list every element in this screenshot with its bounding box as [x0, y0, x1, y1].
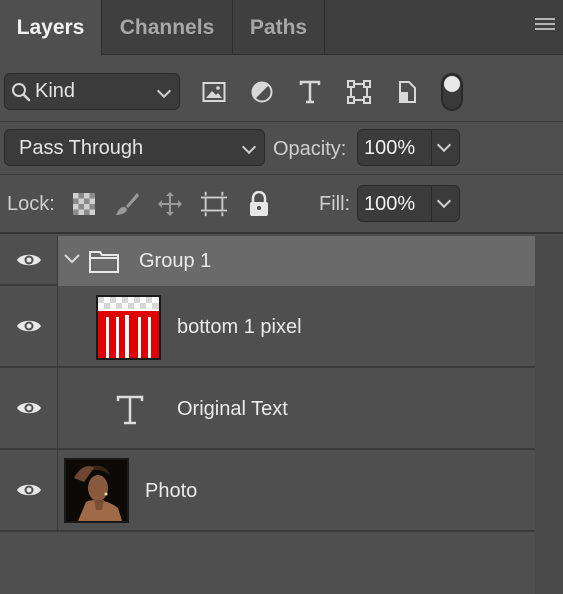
brush-icon[interactable]: [114, 191, 140, 217]
opacity-field[interactable]: 100%: [357, 129, 460, 166]
filter-kind-label: Kind: [35, 80, 76, 102]
layer-name[interactable]: bottom 1 pixel: [177, 316, 302, 339]
layer-row-content: [58, 236, 535, 286]
layer-thumbnail-pixel: [96, 295, 161, 360]
visibility-eye-icon[interactable]: [0, 236, 58, 284]
chevron-down-icon: [156, 83, 172, 99]
blend-mode-value: Pass Through: [19, 137, 144, 159]
tab-channels[interactable]: Channels: [102, 0, 233, 55]
lock-transparent-pixels-icon[interactable]: [71, 191, 97, 217]
visibility-eye-icon[interactable]: [0, 368, 58, 448]
scrollbar-track[interactable]: [535, 236, 563, 594]
layer-thumbnail-photo: [64, 458, 129, 523]
tab-layers[interactable]: Layers: [0, 0, 102, 56]
type-filter-icon[interactable]: [297, 79, 323, 105]
fill-value[interactable]: 100%: [364, 193, 415, 216]
text-layer-icon: [116, 395, 144, 425]
filter-toggle-switch[interactable]: [441, 73, 463, 111]
artboard-lock-icon[interactable]: [201, 191, 227, 217]
visibility-eye-icon[interactable]: [0, 450, 58, 530]
chevron-down-icon: [241, 139, 257, 155]
layers-panel: Layers Channels Paths Kind Pass Through …: [0, 0, 563, 594]
field-divider: [431, 186, 432, 221]
blend-row: Pass Through Opacity: 100%: [0, 122, 563, 175]
adjustment-filter-icon[interactable]: [249, 79, 275, 105]
lock-all-icon[interactable]: [246, 191, 272, 217]
lock-label: Lock:: [7, 193, 55, 215]
fill-field[interactable]: 100%: [357, 185, 460, 222]
chevron-down-icon[interactable]: [436, 137, 452, 153]
layer-row-bottom-1-pixel[interactable]: bottom 1 pixel: [0, 286, 535, 368]
field-divider: [431, 130, 432, 165]
layer-row-original-text[interactable]: Original Text: [0, 368, 535, 450]
opacity-value[interactable]: 100%: [364, 137, 415, 160]
layer-name[interactable]: Group 1: [139, 250, 211, 273]
chevron-down-icon[interactable]: [64, 253, 80, 265]
tab-paths[interactable]: Paths: [233, 0, 325, 55]
layer-row-photo[interactable]: Photo: [0, 450, 535, 532]
visibility-eye-icon[interactable]: [0, 286, 58, 366]
layer-name[interactable]: Photo: [145, 480, 197, 503]
filter-kind-select[interactable]: Kind: [4, 73, 180, 110]
search-icon: [12, 82, 31, 101]
move-icon[interactable]: [157, 191, 183, 217]
layer-row-group-1[interactable]: Group 1: [0, 236, 535, 286]
folder-icon: [89, 251, 119, 273]
opacity-label: Opacity:: [273, 138, 347, 160]
panel-tab-bar: Layers Channels Paths: [0, 0, 563, 56]
fill-label: Fill:: [319, 193, 351, 215]
layer-name[interactable]: Original Text: [177, 398, 288, 421]
smart-object-filter-icon[interactable]: [394, 79, 420, 105]
panel-menu-icon[interactable]: [535, 18, 555, 36]
image-filter-icon[interactable]: [201, 79, 227, 105]
chevron-down-icon[interactable]: [436, 193, 452, 209]
filter-row: Kind: [0, 56, 563, 122]
shape-filter-icon[interactable]: [346, 79, 372, 105]
layers-list: Group 1 bottom 1 pixel Original Text Pho…: [0, 236, 535, 532]
blend-mode-select[interactable]: Pass Through: [4, 129, 265, 166]
toggle-knob: [444, 76, 460, 92]
lock-row: Lock: Fill: 100%: [0, 176, 563, 234]
